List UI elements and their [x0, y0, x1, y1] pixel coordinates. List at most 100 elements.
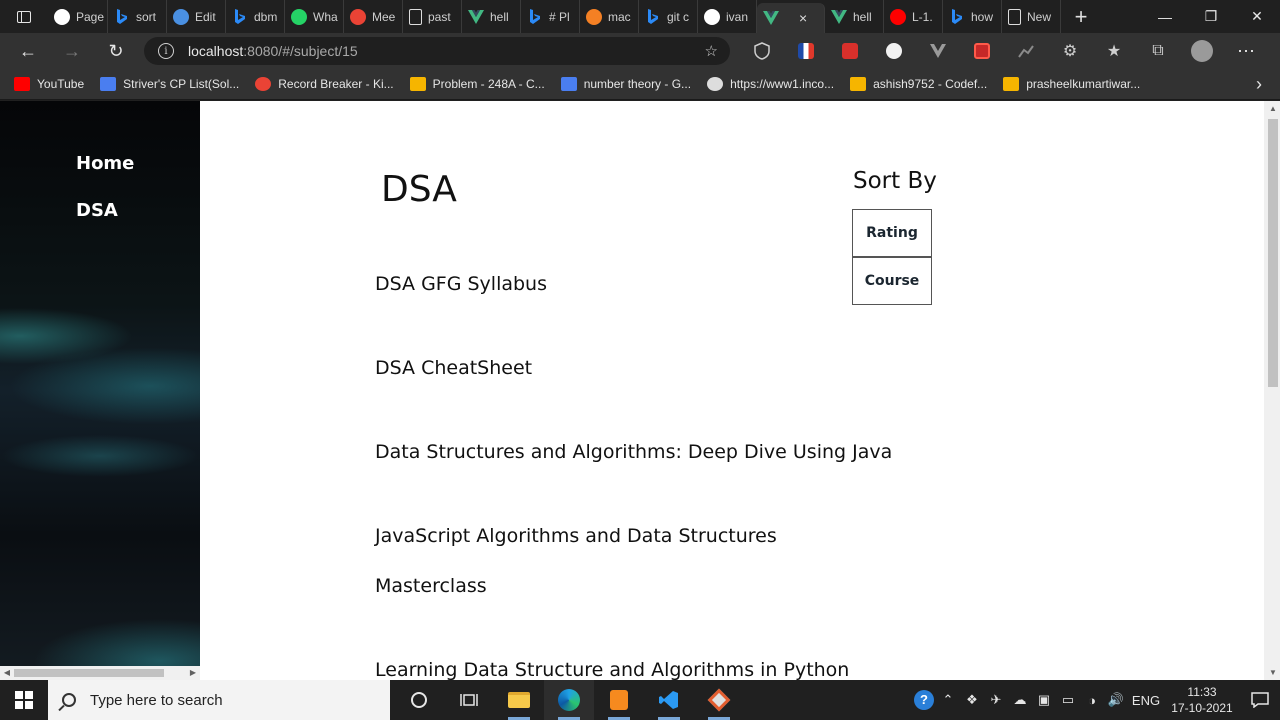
bookmark-label: number theory - G...	[583, 77, 692, 91]
file-explorer-icon[interactable]	[494, 680, 544, 720]
scroll-down-icon[interactable]: ▼	[1268, 668, 1278, 677]
browser-tab[interactable]: Page	[48, 0, 108, 33]
bookmark-item[interactable]: https://www1.inco...	[707, 77, 834, 91]
bookmark-item[interactable]: number theory - G...	[560, 77, 692, 91]
add-favorite-icon[interactable]: ☆	[705, 42, 718, 60]
browser-tab[interactable]: Mee	[344, 0, 403, 33]
taskbar-search-input[interactable]: Type here to search	[48, 680, 390, 720]
course-link[interactable]: JavaScript Algorithms and Data Structure…	[375, 525, 777, 547]
bookmark-favicon-icon	[1003, 77, 1020, 91]
close-window-icon[interactable]: ✕	[1234, 0, 1280, 33]
address-bar[interactable]: i localhost:8080/#/subject/15 ☆	[144, 37, 730, 65]
browser-tab[interactable]: ×	[757, 3, 825, 33]
back-icon[interactable]: ←	[6, 33, 50, 69]
bookmark-label: prasheelkumartiwar...	[1026, 77, 1141, 91]
bookmark-item[interactable]: Record Breaker - Ki...	[255, 77, 394, 91]
bookmark-favicon-icon	[100, 77, 117, 91]
extension-pen-icon[interactable]	[828, 33, 872, 69]
course-link[interactable]: DSA CheatSheet	[375, 357, 532, 379]
sublime-text-icon[interactable]	[594, 680, 644, 720]
minimize-icon[interactable]: —	[1142, 0, 1188, 33]
help-icon[interactable]: ?	[912, 680, 936, 720]
scroll-right-icon[interactable]: ▶	[188, 668, 198, 678]
extension-flag-icon[interactable]	[784, 33, 828, 69]
bookmark-item[interactable]: YouTube	[14, 77, 84, 91]
new-tab-button[interactable]: +	[1061, 4, 1101, 30]
task-view-icon[interactable]	[444, 680, 494, 720]
extensions-puzzle-icon[interactable]: ⚙	[1048, 33, 1092, 69]
browser-tab[interactable]: Edit	[167, 0, 226, 33]
browser-tab[interactable]: ivan	[698, 0, 757, 33]
vertical-scroll-thumb[interactable]	[1268, 119, 1278, 387]
extension-red-icon[interactable]	[960, 33, 1004, 69]
battery-icon[interactable]: ▭	[1056, 680, 1080, 720]
profile-avatar[interactable]	[1180, 33, 1224, 69]
horizontal-scroll-thumb[interactable]	[14, 669, 164, 677]
cloud-icon	[173, 8, 189, 25]
browser-tab[interactable]: how	[943, 0, 1002, 33]
bookmark-item[interactable]: Problem - 248A - C...	[409, 77, 545, 91]
browser-tab[interactable]: sort	[108, 0, 167, 33]
browser-tab[interactable]: New	[1002, 0, 1061, 33]
notifications-icon[interactable]	[1240, 692, 1280, 708]
browser-tab[interactable]: dbm	[226, 0, 285, 33]
close-tab-icon[interactable]: ×	[799, 10, 807, 26]
show-hidden-icons-icon[interactable]: ⌃	[936, 680, 960, 720]
course-link[interactable]: Data Structures and Algorithms: Deep Div…	[375, 441, 892, 463]
course-link[interactable]: Masterclass	[375, 575, 487, 597]
favorites-icon[interactable]: ★	[1092, 33, 1136, 69]
browser-tab[interactable]: L-1.	[884, 0, 943, 33]
sidebar-item-dsa[interactable]: DSA	[76, 200, 118, 221]
course-link[interactable]: DSA GFG Syllabus	[375, 273, 547, 295]
more-menu-icon[interactable]: ⋯	[1224, 33, 1268, 69]
extension-vue-icon[interactable]	[916, 33, 960, 69]
volume-icon[interactable]: 🔊	[1104, 680, 1128, 720]
browser-tab[interactable]: # Pl	[521, 0, 580, 33]
edge-icon[interactable]	[544, 680, 594, 720]
vue-icon	[468, 9, 484, 25]
browser-tab[interactable]: hell	[462, 0, 521, 33]
vertical-scrollbar[interactable]: ▲ ▼	[1264, 101, 1280, 680]
scroll-up-icon[interactable]: ▲	[1268, 104, 1278, 113]
bookmark-item[interactable]: Striver's CP List(Sol...	[100, 77, 239, 91]
meet-now-icon[interactable]: ▣	[1032, 680, 1056, 720]
web-page: Home DSA ◀ ▶ DSA DSA GFG Syllabus DSA Ch…	[0, 101, 1280, 680]
shield-icon[interactable]	[740, 33, 784, 69]
bookmark-item[interactable]: prasheelkumartiwar...	[1003, 77, 1140, 91]
site-info-icon[interactable]: i	[158, 43, 174, 59]
refresh-icon[interactable]: ↻	[94, 33, 138, 69]
extension-chart-icon[interactable]	[1004, 33, 1048, 69]
vscode-icon[interactable]	[644, 680, 694, 720]
browser-tab[interactable]: mac	[580, 0, 639, 33]
dropbox-icon[interactable]: ❖	[960, 680, 984, 720]
browser-tab[interactable]: hell	[825, 0, 884, 33]
bookmark-label: Record Breaker - Ki...	[278, 77, 394, 91]
url-text[interactable]: localhost:8080/#/subject/15	[188, 43, 358, 59]
bookmarks-bar: YouTube Striver's CP List(Sol... Record Br…	[0, 69, 1280, 100]
cortana-icon[interactable]	[394, 680, 444, 720]
browser-tab[interactable]: past	[403, 0, 462, 33]
clock[interactable]: 11:33 17-10-2021	[1164, 684, 1240, 716]
browser-tab[interactable]: git c	[639, 0, 698, 33]
start-icon[interactable]	[0, 680, 48, 720]
extension-circle-icon[interactable]	[872, 33, 916, 69]
browser-tab[interactable]: Wha	[285, 0, 344, 33]
restore-icon[interactable]: ❐	[1188, 0, 1234, 33]
sidebar-item-home[interactable]: Home	[76, 153, 134, 174]
language-indicator[interactable]: ENG	[1128, 680, 1164, 720]
git-icon[interactable]	[694, 680, 744, 720]
sort-rating-button[interactable]: Rating	[852, 209, 932, 257]
tab-label: New	[1027, 9, 1052, 24]
scroll-left-icon[interactable]: ◀	[2, 668, 12, 678]
onedrive-icon[interactable]: ☁	[1008, 680, 1032, 720]
horizontal-scrollbar[interactable]: ◀ ▶	[0, 666, 200, 680]
forward-icon[interactable]: →	[50, 33, 94, 69]
collections-icon[interactable]: ⧉	[1136, 33, 1180, 69]
wifi-icon[interactable]: ◑	[1080, 680, 1104, 720]
tab-actions-icon[interactable]	[0, 0, 48, 33]
network-tray-icon[interactable]: ✈	[984, 680, 1008, 720]
course-link[interactable]: Learning Data Structure and Algorithms i…	[375, 659, 849, 680]
bookmarks-overflow-icon[interactable]: ›	[1256, 74, 1262, 95]
bookmark-item[interactable]: ashish9752 - Codef...	[850, 77, 987, 91]
sort-course-button[interactable]: Course	[852, 257, 932, 305]
